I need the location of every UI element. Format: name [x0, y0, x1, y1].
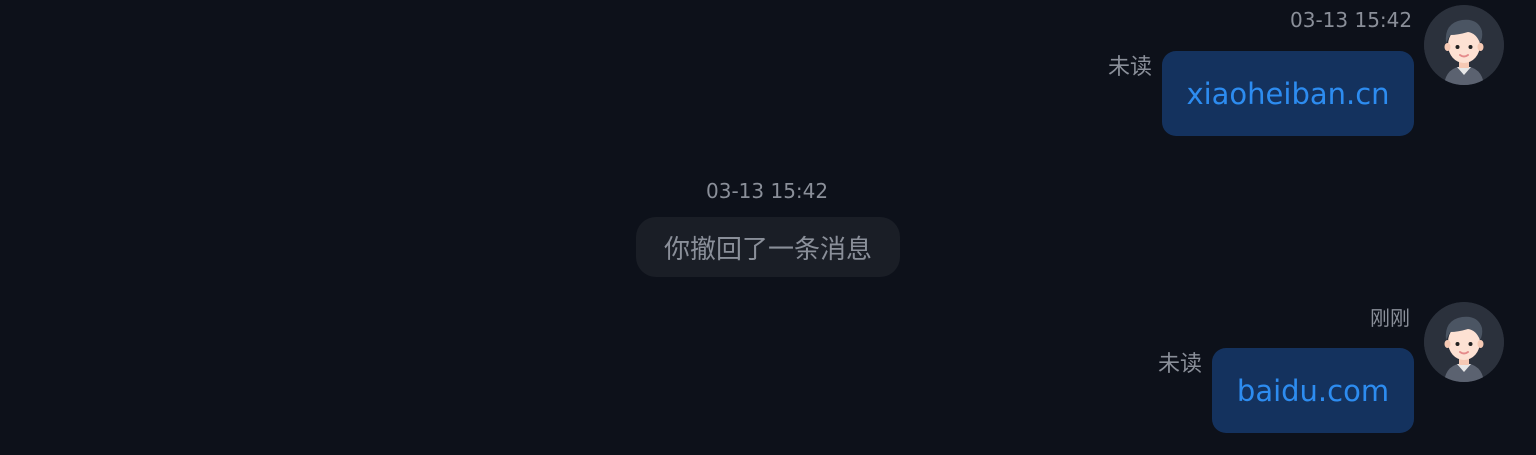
- message-timestamp: 03-13 15:42: [1290, 8, 1413, 32]
- unread-status: 未读: [1158, 352, 1203, 377]
- message-bubble[interactable]: baidu.com: [1212, 348, 1414, 433]
- system-timestamp: 03-13 15:42: [706, 179, 829, 203]
- message-link[interactable]: xiaoheiban.cn: [1186, 77, 1389, 111]
- recall-notice-text: 你撤回了一条消息: [663, 234, 872, 265]
- boy-avatar-icon[interactable]: [1424, 5, 1504, 85]
- message-link[interactable]: baidu.com: [1237, 374, 1389, 408]
- message-bubble[interactable]: xiaoheiban.cn: [1162, 51, 1414, 136]
- unread-status: 未读: [1108, 55, 1153, 80]
- chat-message-list: 03-13 15:42 未读 xiaoheiban.cn 03-13 15:42: [0, 0, 1536, 455]
- boy-avatar-icon[interactable]: [1424, 302, 1504, 382]
- message-timestamp: 刚刚: [1370, 306, 1410, 330]
- recall-notice: 你撤回了一条消息: [636, 217, 900, 277]
